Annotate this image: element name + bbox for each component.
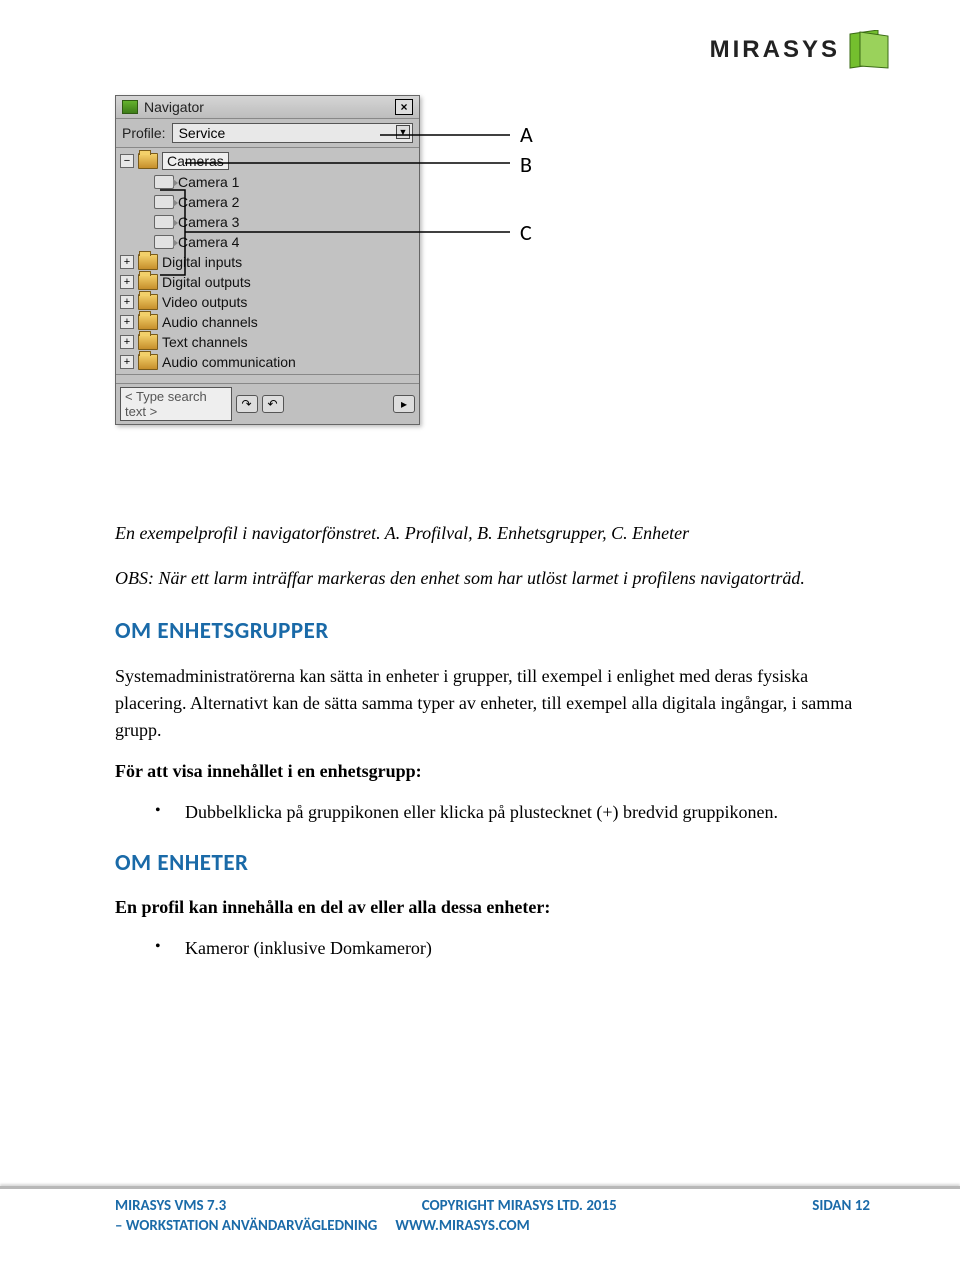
navigator-panel: Navigator × Profile: Service ▼ − Cameras: [115, 95, 420, 425]
folder-icon: [138, 354, 158, 370]
close-icon[interactable]: ×: [395, 99, 413, 115]
brand-text: MIRASYS: [710, 36, 840, 64]
callout-b: B: [520, 151, 532, 178]
expand-icon[interactable]: +: [120, 335, 134, 349]
expand-icon[interactable]: +: [120, 315, 134, 329]
item-label: Camera 1: [178, 174, 239, 190]
search-prev-icon[interactable]: ↶: [262, 395, 284, 413]
camera-icon: [154, 175, 174, 189]
note-obs: OBS: När ett larm inträffar markeras den…: [115, 565, 870, 592]
divider: [116, 374, 419, 375]
footer-subtitle: – WORKSTATION ANVÄNDARVÄGLEDNING: [115, 1217, 377, 1235]
heading-units: OM ENHETER: [115, 846, 870, 881]
group-label: Digital inputs: [162, 254, 242, 270]
device-tree: − Cameras Camera 1 Camera 2 Camera 3: [116, 148, 419, 383]
folder-icon: [138, 274, 158, 290]
bullet-list-units: Kameror (inklusive Domkameror): [115, 935, 870, 962]
callout-c: C: [520, 219, 532, 246]
figure-caption: En exempelprofil i navigatorfönstret. A.…: [115, 520, 870, 547]
tree-group[interactable]: + Digital inputs: [116, 252, 419, 272]
tree-group[interactable]: + Audio channels: [116, 312, 419, 332]
group-label: Video outputs: [162, 294, 247, 310]
heading-groups: OM ENHETSGRUPPER: [115, 614, 870, 649]
footer-copyright: COPYRIGHT MIRASYS LTD. 2015: [422, 1197, 617, 1215]
expand-icon[interactable]: +: [120, 255, 134, 269]
tree-group-cameras[interactable]: − Cameras: [116, 150, 419, 172]
group-label: Audio channels: [162, 314, 258, 330]
brand-block: MIRASYS: [710, 30, 890, 70]
chevron-down-icon: ▼: [396, 125, 410, 139]
group-label: Audio communication: [162, 354, 296, 370]
folder-icon: [138, 153, 158, 169]
tree-item-camera[interactable]: Camera 1: [116, 172, 419, 192]
tree-item-camera[interactable]: Camera 4: [116, 232, 419, 252]
profile-label: Profile:: [122, 125, 166, 141]
list-item: Kameror (inklusive Domkameror): [185, 935, 870, 962]
tree-group[interactable]: + Text channels: [116, 332, 419, 352]
search-input[interactable]: < Type search text >: [120, 387, 232, 421]
folder-icon: [138, 254, 158, 270]
tree-group[interactable]: + Video outputs: [116, 292, 419, 312]
group-label: Cameras: [162, 152, 229, 170]
navigator-titlebar: Navigator ×: [116, 96, 419, 119]
expand-icon[interactable]: +: [120, 295, 134, 309]
footer-url: WWW.MIRASYS.COM: [395, 1217, 529, 1235]
para-show-label: För att visa innehållet i en enhetsgrupp…: [115, 758, 870, 785]
bullet-list-show: Dubbelklicka på gruppikonen eller klicka…: [115, 799, 870, 826]
folder-icon: [138, 334, 158, 350]
item-label: Camera 2: [178, 194, 239, 210]
navigator-icon: [122, 100, 138, 114]
tree-group[interactable]: + Digital outputs: [116, 272, 419, 292]
group-label: Text channels: [162, 334, 248, 350]
footer-page: SIDAN 12: [812, 1197, 870, 1215]
brand-logo-icon: [846, 30, 890, 70]
search-next-icon[interactable]: ↷: [236, 395, 258, 413]
collapse-icon[interactable]: −: [120, 154, 134, 168]
camera-icon: [154, 215, 174, 229]
profile-select[interactable]: Service ▼: [172, 123, 413, 143]
folder-icon: [138, 294, 158, 310]
search-bar: < Type search text > ↷ ↶ ▸: [116, 383, 419, 424]
expand-icon[interactable]: +: [120, 275, 134, 289]
item-label: Camera 3: [178, 214, 239, 230]
footer-product: MIRASYS VMS 7.3: [115, 1197, 226, 1215]
para-units-lead: En profil kan innehålla en del av eller …: [115, 894, 870, 921]
folder-icon: [138, 314, 158, 330]
search-go-icon[interactable]: ▸: [393, 395, 415, 413]
tree-group[interactable]: + Audio communication: [116, 352, 419, 372]
list-item: Dubbelklicka på gruppikonen eller klicka…: [185, 799, 870, 826]
tree-item-camera[interactable]: Camera 2: [116, 192, 419, 212]
group-label: Digital outputs: [162, 274, 251, 290]
item-label: Camera 4: [178, 234, 239, 250]
page-footer: MIRASYS VMS 7.3 COPYRIGHT MIRASYS LTD. 2…: [0, 1186, 960, 1235]
navigator-title: Navigator: [144, 99, 389, 115]
profile-value: Service: [179, 125, 226, 141]
expand-icon[interactable]: +: [120, 355, 134, 369]
callout-a: A: [520, 121, 533, 148]
para-groups: Systemadministratörerna kan sätta in enh…: [115, 663, 870, 744]
tree-item-camera[interactable]: Camera 3: [116, 212, 419, 232]
profile-row: Profile: Service ▼: [116, 119, 419, 148]
camera-icon: [154, 235, 174, 249]
camera-icon: [154, 195, 174, 209]
